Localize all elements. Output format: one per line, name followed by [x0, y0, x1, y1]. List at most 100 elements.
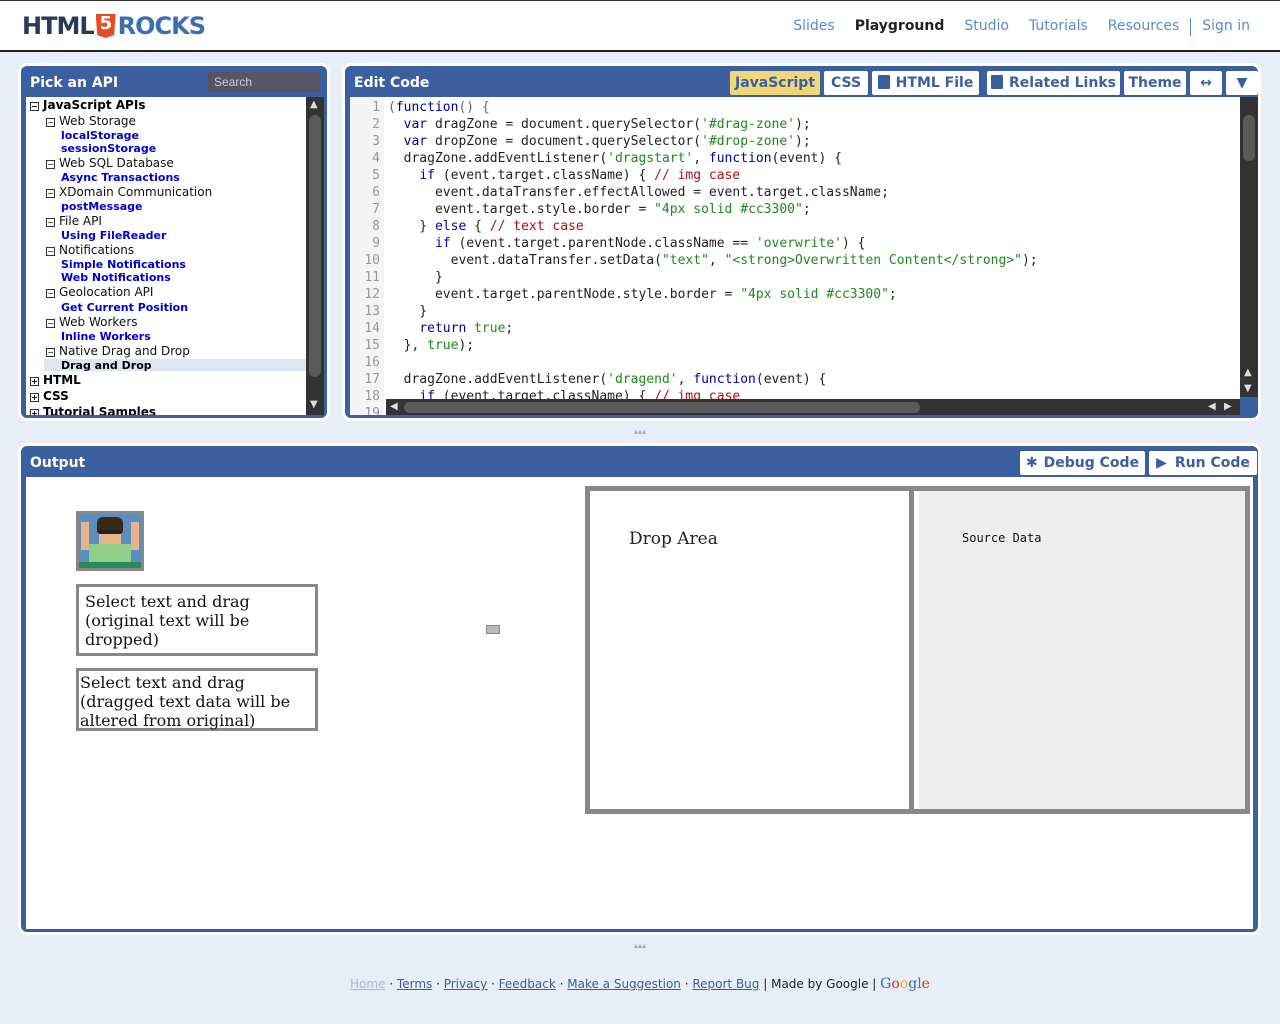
- code-line[interactable]: event.target.parentNode.style.border = "…: [388, 286, 1038, 303]
- nav-studio[interactable]: Studio: [964, 18, 1009, 36]
- editor-hscroll-thumb[interactable]: [404, 402, 920, 413]
- source-data-area[interactable]: Source Data: [919, 491, 1245, 809]
- code-line[interactable]: var dropZone = document.querySelector('#…: [388, 133, 1038, 150]
- footer-terms-link[interactable]: Terms: [397, 977, 432, 991]
- tree-item-async-transactions[interactable]: Async Transactions: [61, 171, 180, 184]
- tree-root-html[interactable]: + HTML: [30, 374, 81, 387]
- collapse-icon[interactable]: −: [46, 289, 55, 298]
- code-line[interactable]: }, true);: [388, 337, 1038, 354]
- collapse-icon[interactable]: −: [46, 319, 55, 328]
- dropdown-menu-button[interactable]: ▼: [1226, 71, 1258, 95]
- code-line[interactable]: [388, 354, 1038, 371]
- scroll-up-arrow-icon[interactable]: ▲: [310, 99, 318, 110]
- code-line[interactable]: event.target.style.border = "4px solid #…: [388, 201, 1038, 218]
- code-line[interactable]: dragZone.addEventListener('dragstart', f…: [388, 150, 1038, 167]
- tree-scrollbar[interactable]: ▲ ▼: [306, 97, 324, 415]
- collapse-icon[interactable]: −: [46, 189, 55, 198]
- code-line[interactable]: } else { // text case: [388, 218, 1038, 235]
- tree-group-web-workers[interactable]: − Web Workers: [46, 316, 138, 329]
- code-line[interactable]: return true;: [388, 320, 1038, 337]
- code-line[interactable]: dragZone.addEventListener('dragend', fun…: [388, 371, 1038, 388]
- tree-item-sessionstorage[interactable]: sessionStorage: [61, 142, 156, 155]
- scroll-left-arrow-icon[interactable]: ◀: [390, 401, 398, 412]
- tree-group-notifications[interactable]: − Notifications: [46, 244, 134, 257]
- nav-resources[interactable]: Resources: [1108, 18, 1180, 36]
- debug-code-button[interactable]: ✱ Debug Code: [1020, 451, 1145, 475]
- tree-item-postmessage[interactable]: postMessage: [61, 200, 143, 213]
- code-line[interactable]: event.dataTransfer.setData("text", "<str…: [388, 252, 1038, 269]
- resize-grip-icon[interactable]: ▴▴▴: [632, 941, 648, 950]
- expand-icon[interactable]: +: [30, 393, 39, 402]
- collapse-icon[interactable]: −: [46, 247, 55, 256]
- line-number: 3: [372, 134, 380, 149]
- code-editor[interactable]: 1 2 3 4 5 6 7 8 9 10 11 12 13 14 15 16 1…: [350, 97, 1240, 415]
- tree-group-xdomain[interactable]: − XDomain Communication: [46, 186, 212, 199]
- tree-root-javascript-apis[interactable]: − JavaScript APIs: [30, 99, 145, 112]
- tab-javascript[interactable]: JavaScript: [730, 71, 820, 95]
- tree-group-web-sql[interactable]: − Web SQL Database: [46, 157, 174, 170]
- theme-button[interactable]: Theme: [1124, 71, 1186, 95]
- scroll-down-arrow-icon[interactable]: ▼: [310, 399, 318, 410]
- scroll-right-arrow-icon[interactable]: ▶: [1224, 401, 1232, 412]
- tree-item-using-filereader[interactable]: Using FileReader: [61, 229, 166, 242]
- nav-slides[interactable]: Slides: [793, 18, 834, 36]
- tree-group-geolocation[interactable]: − Geolocation API: [46, 286, 153, 299]
- tree-root-tutorial-samples[interactable]: + Tutorial Samples: [30, 406, 156, 415]
- code-line[interactable]: var dragZone = document.querySelector('#…: [388, 116, 1038, 133]
- nav-playground[interactable]: Playground: [855, 18, 945, 36]
- scroll-down-arrow-icon[interactable]: ▼: [1244, 383, 1252, 394]
- tree-scroll-thumb[interactable]: [309, 115, 321, 377]
- tree-group-file-api[interactable]: − File API: [46, 215, 102, 228]
- expand-icon[interactable]: +: [30, 409, 39, 415]
- collapse-icon[interactable]: −: [46, 218, 55, 227]
- editor-vscroll-thumb[interactable]: [1243, 115, 1255, 161]
- nav-sign-in[interactable]: Sign in: [1202, 18, 1250, 36]
- code-line[interactable]: event.dataTransfer.effectAllowed = event…: [388, 184, 1038, 201]
- tree-item-simple-notifications[interactable]: Simple Notifications: [61, 258, 186, 271]
- html5rocks-logo[interactable]: HTML ROCKS: [22, 12, 206, 40]
- line-number: 13: [364, 304, 380, 319]
- collapse-icon[interactable]: −: [46, 118, 55, 127]
- footer-home-link[interactable]: Home: [350, 977, 385, 991]
- html-file-button[interactable]: HTML File: [872, 71, 979, 95]
- tab-css[interactable]: CSS: [824, 71, 868, 95]
- drop-area[interactable]: Drop Area: [590, 491, 914, 809]
- footer-privacy-link[interactable]: Privacy: [444, 977, 487, 991]
- collapse-icon[interactable]: −: [30, 102, 39, 111]
- code-line[interactable]: if (event.target.className) { // img cas…: [388, 167, 1038, 184]
- tree-item-get-current-position[interactable]: Get Current Position: [61, 301, 188, 314]
- expand-icon[interactable]: +: [30, 377, 39, 386]
- footer-suggestion-link[interactable]: Make a Suggestion: [567, 977, 681, 991]
- tree-item-inline-workers[interactable]: Inline Workers: [61, 330, 151, 343]
- code-line[interactable]: }: [388, 303, 1038, 320]
- editor-horizontal-scrollbar[interactable]: ◀ ◀ ▶: [386, 399, 1240, 415]
- tree-item-localstorage[interactable]: localStorage: [61, 129, 139, 142]
- collapse-icon[interactable]: −: [46, 160, 55, 169]
- scroll-up-arrow-icon[interactable]: ▲: [1244, 367, 1252, 378]
- code-line[interactable]: (function() {: [388, 99, 1038, 116]
- expand-width-button[interactable]: ↔: [1190, 71, 1222, 95]
- collapse-icon[interactable]: −: [46, 348, 55, 357]
- api-search-input[interactable]: [208, 72, 320, 92]
- footer-feedback-link[interactable]: Feedback: [499, 977, 556, 991]
- tree-group-web-storage[interactable]: − Web Storage: [46, 115, 136, 128]
- run-code-button[interactable]: ▶ Run Code: [1149, 451, 1257, 475]
- drag-text-box-original[interactable]: Select text and drag (original text will…: [76, 584, 318, 656]
- scroll-left-arrow-icon[interactable]: ◀: [1208, 401, 1216, 412]
- google-logo[interactable]: Google: [880, 976, 930, 992]
- code-line[interactable]: }: [388, 269, 1038, 286]
- editor-vertical-scrollbar[interactable]: ▲ ▼: [1240, 97, 1258, 397]
- related-links-button[interactable]: Related Links: [987, 71, 1120, 95]
- line-number: 15: [364, 338, 380, 353]
- draggable-avatar-image[interactable]: [76, 511, 144, 571]
- tree-item-drag-and-drop[interactable]: Drag and Drop: [61, 359, 152, 372]
- code-lines[interactable]: (function() { var dragZone = document.qu…: [388, 99, 1038, 415]
- resize-grip-icon[interactable]: ▴▴▴: [632, 427, 648, 436]
- code-line[interactable]: if (event.target.parentNode.className ==…: [388, 235, 1038, 252]
- footer-report-bug-link[interactable]: Report Bug: [692, 977, 759, 991]
- drag-text-box-altered[interactable]: Select text and drag (dragged text data …: [76, 668, 318, 731]
- nav-tutorials[interactable]: Tutorials: [1029, 18, 1088, 36]
- tree-root-css[interactable]: + CSS: [30, 390, 69, 403]
- tree-item-web-notifications[interactable]: Web Notifications: [61, 271, 171, 284]
- tree-group-native-drag-drop[interactable]: − Native Drag and Drop: [46, 345, 190, 358]
